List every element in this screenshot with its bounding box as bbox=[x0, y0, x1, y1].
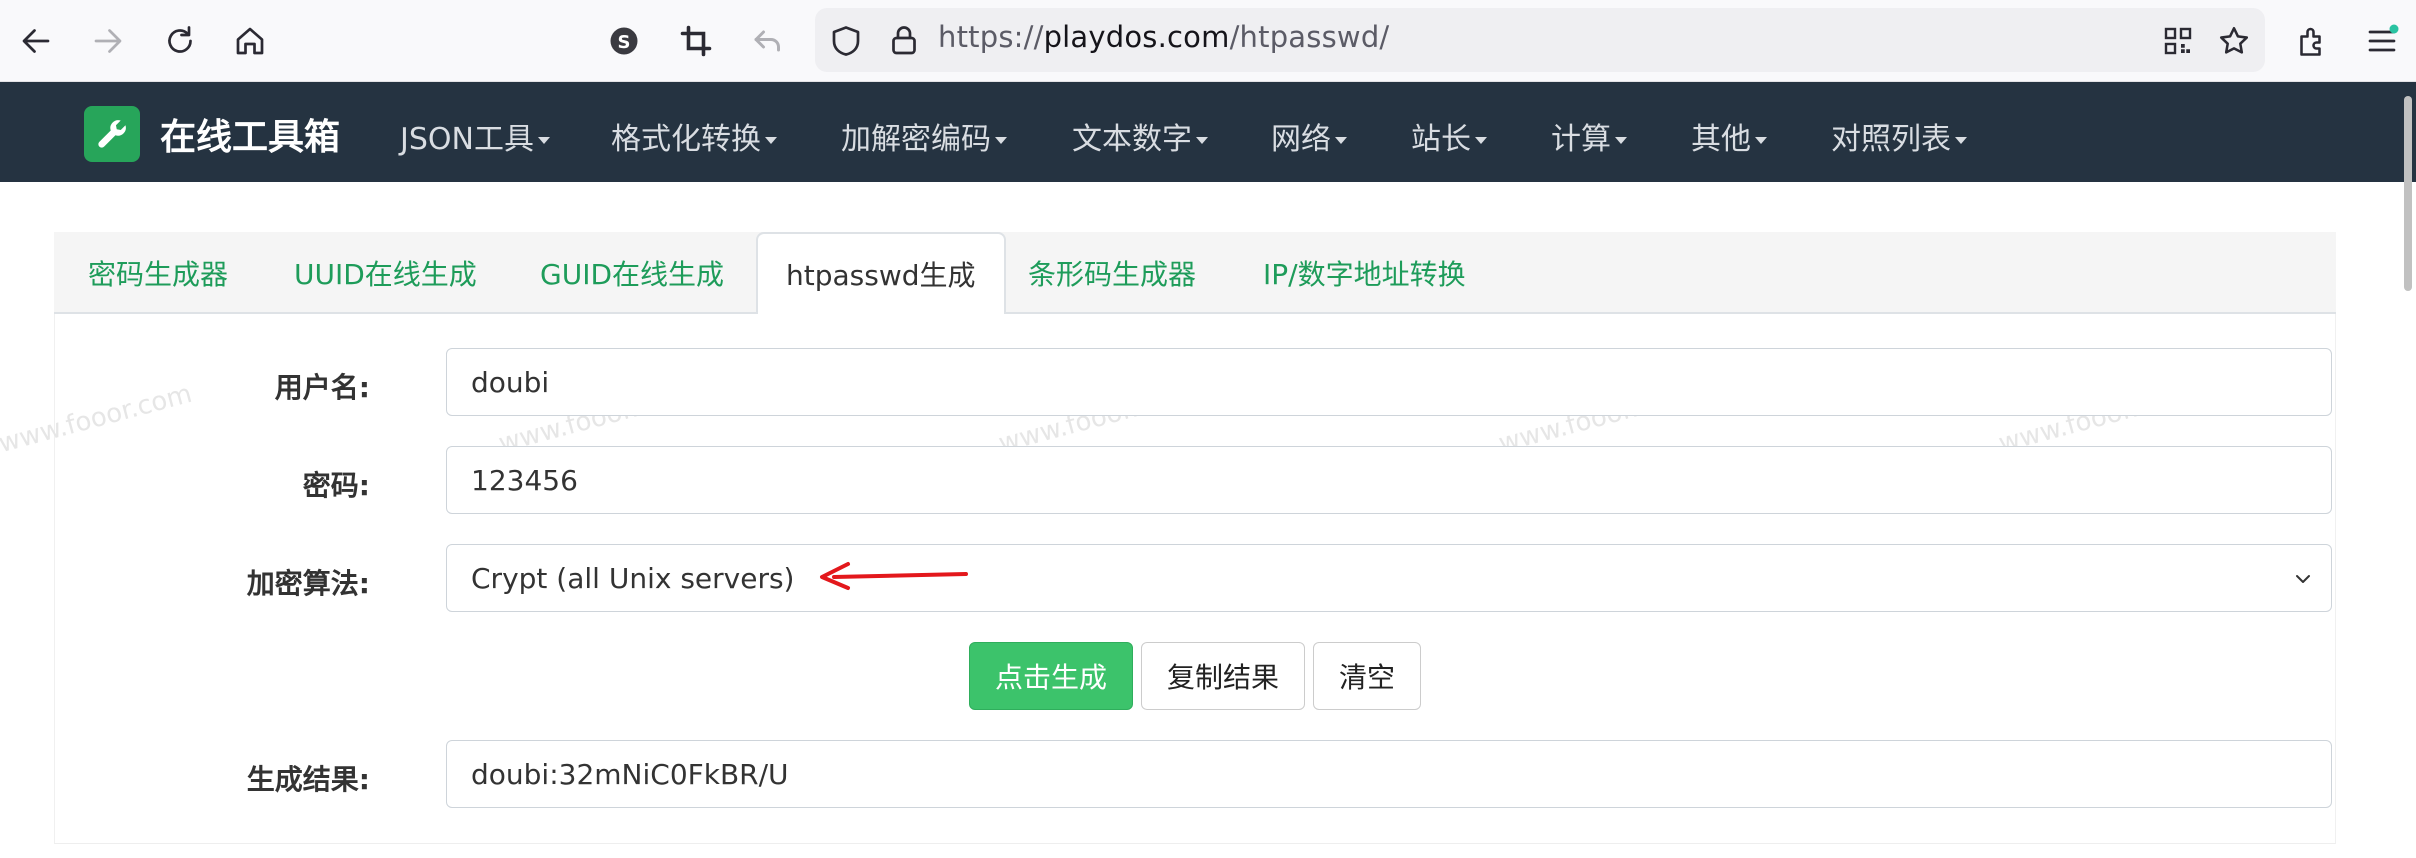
username-label: 用户名: bbox=[274, 371, 370, 404]
nav-webmaster[interactable]: 站长 bbox=[1411, 114, 1487, 158]
url-text[interactable]: https://playdos.com/htpasswd/ bbox=[938, 20, 1389, 54]
caret-down-icon bbox=[1335, 137, 1347, 144]
qr-code-icon[interactable] bbox=[2156, 19, 2200, 63]
crop-icon[interactable] bbox=[674, 19, 718, 63]
nav-item-label: 对照列表 bbox=[1831, 122, 1951, 157]
url-path: /htpasswd/ bbox=[1229, 20, 1390, 54]
url-host: playdos.com bbox=[1043, 20, 1230, 54]
caret-down-icon bbox=[537, 137, 550, 144]
tab-uuid-generator[interactable]: UUID在线生成 bbox=[294, 232, 477, 314]
nav-item-label: 文本数字 bbox=[1072, 122, 1192, 157]
browser-toolbar: S https://playdos.com/htpasswd/ bbox=[0, 0, 2416, 82]
password-input[interactable]: 123456 bbox=[446, 446, 2332, 514]
undo-icon[interactable] bbox=[746, 19, 790, 63]
nav-item-label: 加解密编码 bbox=[841, 122, 991, 157]
annotation-arrow-icon bbox=[820, 562, 968, 590]
svg-text:S: S bbox=[618, 32, 631, 53]
shield-icon[interactable] bbox=[824, 19, 868, 63]
nav-item-label: JSON工具 bbox=[400, 122, 534, 157]
algorithm-selected-value: Crypt (all Unix servers) bbox=[471, 561, 795, 595]
nav-item-label: 站长 bbox=[1411, 122, 1471, 157]
lock-icon[interactable] bbox=[882, 19, 926, 63]
clear-button[interactable]: 清空 bbox=[1313, 642, 1421, 710]
brand-title[interactable]: 在线工具箱 bbox=[160, 108, 340, 160]
caret-down-icon bbox=[1615, 137, 1627, 144]
reload-icon[interactable] bbox=[158, 19, 202, 63]
algorithm-label: 加密算法: bbox=[246, 567, 370, 600]
nav-item-label: 格式化转换 bbox=[611, 122, 761, 157]
url-scheme: https:// bbox=[938, 20, 1044, 54]
caret-down-icon bbox=[1475, 137, 1487, 144]
extensions-icon[interactable] bbox=[2290, 19, 2334, 63]
nav-item-label: 其他 bbox=[1691, 122, 1751, 157]
home-icon[interactable] bbox=[228, 19, 272, 63]
star-icon[interactable] bbox=[2212, 19, 2256, 63]
wrench-logo-icon[interactable] bbox=[84, 106, 140, 162]
back-arrow-icon[interactable] bbox=[14, 19, 58, 63]
result-output[interactable]: doubi:32mNiC0FkBR/U bbox=[446, 740, 2332, 808]
chevron-down-icon bbox=[2296, 575, 2310, 583]
tab-guid-generator[interactable]: GUID在线生成 bbox=[540, 232, 724, 314]
caret-down-icon bbox=[1755, 137, 1767, 144]
nav-calculate[interactable]: 计算 bbox=[1551, 114, 1627, 158]
s-extension-icon[interactable]: S bbox=[602, 19, 646, 63]
nav-text-number[interactable]: 文本数字 bbox=[1072, 114, 1208, 158]
username-input[interactable]: doubi bbox=[446, 348, 2332, 416]
nav-item-label: 计算 bbox=[1551, 122, 1611, 157]
forward-arrow-icon[interactable] bbox=[86, 19, 130, 63]
caret-down-icon bbox=[765, 137, 777, 144]
menu-icon[interactable] bbox=[2360, 19, 2404, 63]
tab-password-generator[interactable]: 密码生成器 bbox=[88, 232, 228, 314]
nav-encrypt-encode[interactable]: 加解密编码 bbox=[841, 114, 1007, 158]
tab-htpasswd-generator[interactable]: htpasswd生成 bbox=[756, 232, 1006, 316]
nav-network[interactable]: 网络 bbox=[1271, 114, 1347, 158]
page-scrollbar[interactable] bbox=[2404, 96, 2412, 291]
password-label: 密码: bbox=[302, 469, 370, 502]
nav-other[interactable]: 其他 bbox=[1691, 114, 1767, 158]
generate-button[interactable]: 点击生成 bbox=[969, 642, 1133, 710]
algorithm-select[interactable]: Crypt (all Unix servers) bbox=[446, 544, 2332, 612]
result-label: 生成结果: bbox=[246, 763, 370, 796]
nav-format-convert[interactable]: 格式化转换 bbox=[611, 114, 777, 158]
nav-item-label: 网络 bbox=[1271, 122, 1331, 157]
caret-down-icon bbox=[1196, 137, 1208, 144]
caret-down-icon bbox=[995, 137, 1007, 144]
nav-reference-list[interactable]: 对照列表 bbox=[1831, 114, 1967, 158]
tab-barcode-generator[interactable]: 条形码生成器 bbox=[1028, 232, 1196, 314]
tab-ip-number-convert[interactable]: IP/数字地址转换 bbox=[1263, 232, 1466, 314]
site-navbar: 在线工具箱 JSON工具 格式化转换 加解密编码 文本数字 网络 站长 计算 其… bbox=[0, 82, 2416, 182]
nav-json-tools[interactable]: JSON工具 bbox=[400, 114, 550, 158]
tool-tabs: 密码生成器 UUID在线生成 GUID在线生成 htpasswd生成 条形码生成… bbox=[54, 232, 2336, 316]
caret-down-icon bbox=[1955, 137, 1967, 144]
copy-result-button[interactable]: 复制结果 bbox=[1141, 642, 1305, 710]
